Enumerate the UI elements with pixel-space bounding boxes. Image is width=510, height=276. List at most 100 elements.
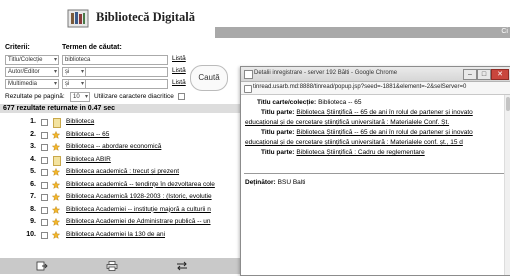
per-page-label: Rezultate pe pagină: bbox=[5, 93, 65, 100]
result-row: 5. Biblioteca academică : trecut și preze… bbox=[0, 167, 240, 178]
result-row: 2. Biblioteca -- 65 bbox=[0, 130, 240, 141]
criterion-select-1-value: Titlu/Colecție bbox=[8, 57, 43, 63]
transfer-icon[interactable] bbox=[176, 261, 188, 271]
result-row: 6. Biblioteca academică -- tendințe în de… bbox=[0, 180, 240, 191]
result-checkbox[interactable] bbox=[41, 181, 48, 189]
result-link[interactable]: Biblioteca academică -- tendințe în dezv… bbox=[66, 181, 215, 188]
site-title: Bibliotecă Digitală bbox=[96, 10, 195, 24]
result-link[interactable]: Biblioteca academică : trecut și prezent bbox=[66, 168, 179, 175]
field-value: Biblioteca -- 65 bbox=[318, 99, 362, 106]
print-icon[interactable] bbox=[106, 261, 118, 271]
page-header: Bibliotecă Digitală Ci bbox=[0, 0, 510, 38]
result-checkbox[interactable] bbox=[41, 119, 48, 126]
criterion-select-1[interactable]: Titlu/Colecție bbox=[5, 55, 59, 65]
list-link-2[interactable]: Listă bbox=[172, 67, 186, 74]
result-checkbox[interactable] bbox=[41, 131, 48, 139]
list-link-1[interactable]: Listă bbox=[172, 55, 186, 62]
search-button[interactable]: Caută bbox=[190, 65, 228, 91]
holder-line: Deținător: BSU Balti bbox=[245, 179, 305, 186]
result-link[interactable]: Biblioteca ABIR bbox=[66, 156, 111, 163]
result-checkbox[interactable] bbox=[41, 156, 48, 164]
popup-favicon-icon bbox=[244, 70, 253, 79]
star-icon bbox=[52, 218, 60, 226]
result-number: 6. bbox=[30, 180, 36, 188]
field-link[interactable]: educațional și de cercetare științifică … bbox=[245, 119, 449, 126]
popup-url-bar[interactable]: tinread.usarb.md:8888/tinread/popup.jsp?… bbox=[241, 82, 510, 95]
field-label: Titlu parte: bbox=[261, 109, 295, 116]
term-input-3[interactable] bbox=[85, 79, 168, 89]
field-link[interactable]: Biblioteca Științifică : Cadru de reglem… bbox=[296, 149, 424, 156]
list-link-3[interactable]: Listă bbox=[172, 79, 186, 86]
field-line-4: Titlu parte: Biblioteca Științifică -- 6… bbox=[261, 129, 473, 136]
maximize-button[interactable]: □ bbox=[477, 69, 491, 80]
operator-select-3-value: și bbox=[65, 81, 70, 87]
popup-separator bbox=[244, 173, 506, 174]
document-icon bbox=[53, 118, 61, 128]
result-link[interactable]: Biblioteca Academică 1928-2003 : (Istori… bbox=[66, 193, 212, 200]
diacritics-label: Utilizare caractere diacritice bbox=[94, 93, 174, 100]
field-link[interactable]: educațional și de cercetare științifică … bbox=[245, 139, 463, 146]
holder-value: BSU Balti bbox=[277, 179, 306, 186]
result-checkbox[interactable] bbox=[41, 206, 48, 214]
criterion-select-2[interactable]: Autor/Editor bbox=[5, 67, 59, 77]
result-checkbox[interactable] bbox=[41, 144, 48, 151]
field-label: Titlu carte/colecție: bbox=[257, 99, 317, 106]
terms-label: Termen de căutat: bbox=[62, 44, 122, 51]
minimize-button[interactable]: – bbox=[463, 69, 477, 80]
popup-title: Detalii inregistrare - server 192 Bălti … bbox=[254, 70, 398, 76]
field-link[interactable]: Biblioteca Științifică -- 65 de ani în r… bbox=[296, 129, 472, 136]
result-link[interactable]: Biblioteca Academiei la 130 de ani bbox=[66, 231, 165, 238]
criterion-select-3-value: Multimedia bbox=[8, 81, 38, 87]
result-checkbox[interactable] bbox=[41, 194, 48, 201]
star-icon bbox=[52, 230, 60, 239]
field-label: Titlu parte: bbox=[261, 149, 295, 156]
result-row: 4. Biblioteca ABIR bbox=[0, 155, 240, 166]
field-line-2: Titlu parte: Biblioteca Științifică -- 6… bbox=[261, 109, 473, 116]
popup-url: tinread.usarb.md:8888/tinread/popup.jsp?… bbox=[253, 84, 467, 90]
result-checkbox[interactable] bbox=[41, 169, 48, 176]
field-link[interactable]: Biblioteca Științifică -- 65 de ani în r… bbox=[296, 109, 472, 116]
criterion-select-3[interactable]: Multimedia bbox=[5, 79, 59, 89]
term-input-2[interactable] bbox=[85, 67, 168, 77]
criteria-label: Criterii: bbox=[5, 44, 30, 51]
scrollbar-thumb[interactable] bbox=[506, 97, 510, 111]
header-bar: Ci bbox=[215, 27, 510, 38]
field-line-5: educațional și de cercetare științifică … bbox=[245, 139, 463, 146]
result-checkbox[interactable] bbox=[41, 231, 48, 239]
popup-scrollbar[interactable] bbox=[504, 95, 510, 275]
result-checkbox[interactable] bbox=[41, 219, 48, 226]
per-page-select-value: 10 bbox=[73, 94, 80, 100]
term-input-1[interactable]: biblioteca bbox=[62, 55, 168, 65]
result-number: 4. bbox=[30, 155, 36, 163]
result-number: 10. bbox=[26, 230, 36, 238]
close-button[interactable]: ✕ bbox=[491, 69, 509, 80]
operator-select-2[interactable]: și bbox=[62, 67, 86, 77]
result-link[interactable]: Biblioteca -- abordare economică bbox=[66, 143, 161, 150]
field-line-6: Titlu parte: Biblioteca Științifică : Ca… bbox=[261, 149, 425, 156]
header-bar-text: Ci bbox=[501, 28, 508, 35]
result-row: 3. Biblioteca -- abordare economică bbox=[0, 142, 240, 153]
result-link[interactable]: Biblioteca Academiei de Administrare pub… bbox=[66, 218, 211, 225]
document-icon bbox=[53, 155, 61, 166]
export-icon[interactable] bbox=[36, 261, 48, 271]
result-row: 7. Biblioteca Academică 1928-2003 : (Isto… bbox=[0, 192, 240, 203]
field-line-1: Titlu carte/colecție: Biblioteca -- 65 bbox=[257, 99, 361, 106]
result-link[interactable]: Biblioteca bbox=[66, 118, 94, 125]
result-number: 1. bbox=[30, 118, 36, 125]
result-row: 8. Biblioteca Academiei -- instituție maj… bbox=[0, 205, 240, 216]
operator-select-3[interactable]: și bbox=[62, 79, 86, 89]
results-summary: 677 rezultate returnate in 0.47 sec bbox=[0, 104, 243, 113]
page-icon bbox=[244, 85, 252, 93]
result-number: 7. bbox=[30, 193, 36, 200]
diacritics-checkbox[interactable] bbox=[178, 93, 185, 100]
per-page-select[interactable]: 10 bbox=[70, 92, 90, 102]
result-row: 1. Biblioteca bbox=[0, 117, 240, 128]
result-link[interactable]: Biblioteca Academiei -- instituție major… bbox=[66, 206, 211, 213]
bottom-toolbar bbox=[0, 258, 240, 274]
holder-label: Deținător: bbox=[245, 179, 276, 186]
star-icon bbox=[52, 130, 60, 139]
result-link[interactable]: Biblioteca -- 65 bbox=[66, 131, 109, 138]
term-input-1-value: biblioteca bbox=[65, 57, 91, 63]
star-icon bbox=[52, 168, 60, 176]
result-number: 9. bbox=[30, 218, 36, 225]
